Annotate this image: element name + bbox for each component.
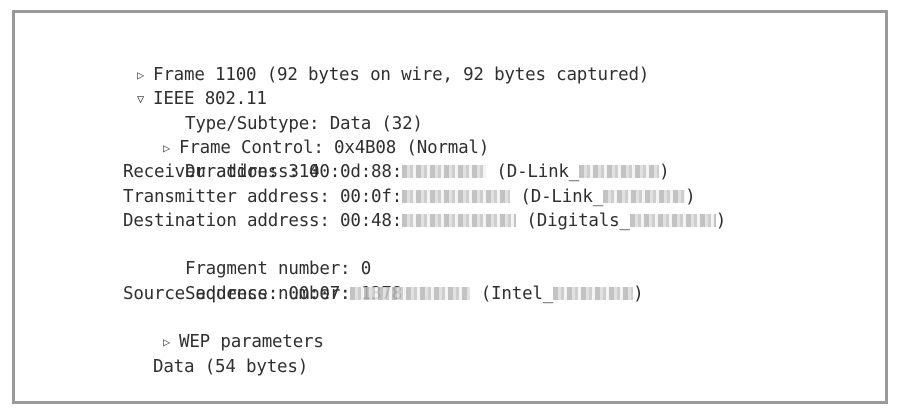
packet-details-pane: ▷ Frame 1100 (92 bytes on wire, 92 bytes … bbox=[12, 10, 888, 404]
transmitter-suffix: ) bbox=[685, 186, 696, 207]
destination-suffix: ) bbox=[715, 211, 727, 232]
receiver-suffix: ) bbox=[659, 162, 670, 183]
tree-row-ieee80211[interactable]: ▽ IEEE 802.11 bbox=[15, 63, 885, 109]
tree-row-source-address[interactable]: Source address: 00:07: (Intel_) bbox=[15, 282, 885, 306]
receiver-mid: (D-Link_ bbox=[486, 162, 580, 183]
redacted-vendor-suffix bbox=[579, 165, 660, 179]
destination-prefix: Destination address: 00:48: bbox=[123, 211, 403, 232]
redacted-mac-bytes bbox=[402, 165, 487, 179]
redacted-vendor-suffix bbox=[629, 214, 716, 228]
redacted-mac-bytes bbox=[402, 189, 511, 203]
source-mid: (Intel_ bbox=[470, 283, 554, 304]
tree-row-fragment-number[interactable]: Fragment number: 0 bbox=[15, 233, 885, 279]
redacted-mac-bytes bbox=[402, 214, 517, 228]
source-prefix: Source address: 00:07: bbox=[123, 283, 351, 304]
tree-row-data[interactable]: Data (54 bytes) bbox=[15, 331, 885, 377]
destination-mid: (Digitals_ bbox=[516, 211, 630, 232]
redacted-mac-bytes bbox=[350, 286, 471, 300]
tree-row-type-subtype[interactable]: Type/Subtype: Data (32) bbox=[15, 88, 885, 134]
tree-row-duration[interactable]: Duration: 314 bbox=[15, 136, 885, 182]
redacted-vendor-suffix bbox=[603, 189, 686, 203]
receiver-prefix: Receiver address: 00:0d:88: bbox=[123, 162, 403, 183]
source-suffix: ) bbox=[633, 283, 644, 304]
packet-tree: ▷ Frame 1100 (92 bytes on wire, 92 bytes … bbox=[15, 39, 885, 377]
transmitter-prefix: Transmitter address: 00:0f: bbox=[123, 186, 403, 207]
tree-row-frame-control[interactable]: ▷ Frame Control: 0x4B08 (Normal) bbox=[15, 112, 885, 158]
tree-row-wep-parameters[interactable]: ▷ WEP parameters bbox=[15, 306, 885, 352]
data-label: Data (54 bytes) bbox=[153, 356, 309, 377]
tree-row-transmitter-address[interactable]: Transmitter address: 00:0f: (D-Link_) bbox=[15, 185, 885, 209]
tree-row-destination-address[interactable]: Destination address: 00:48: (Digitals_) bbox=[15, 209, 885, 233]
tree-row-receiver-address[interactable]: Receiver address: 00:0d:88: (D-Link_) bbox=[15, 160, 885, 184]
transmitter-mid: (D-Link_ bbox=[510, 186, 604, 207]
redacted-vendor-suffix bbox=[553, 286, 634, 300]
tree-row-frame[interactable]: ▷ Frame 1100 (92 bytes on wire, 92 bytes … bbox=[15, 39, 885, 85]
tree-row-sequence-number[interactable]: Sequence number: 1378 bbox=[15, 258, 885, 304]
